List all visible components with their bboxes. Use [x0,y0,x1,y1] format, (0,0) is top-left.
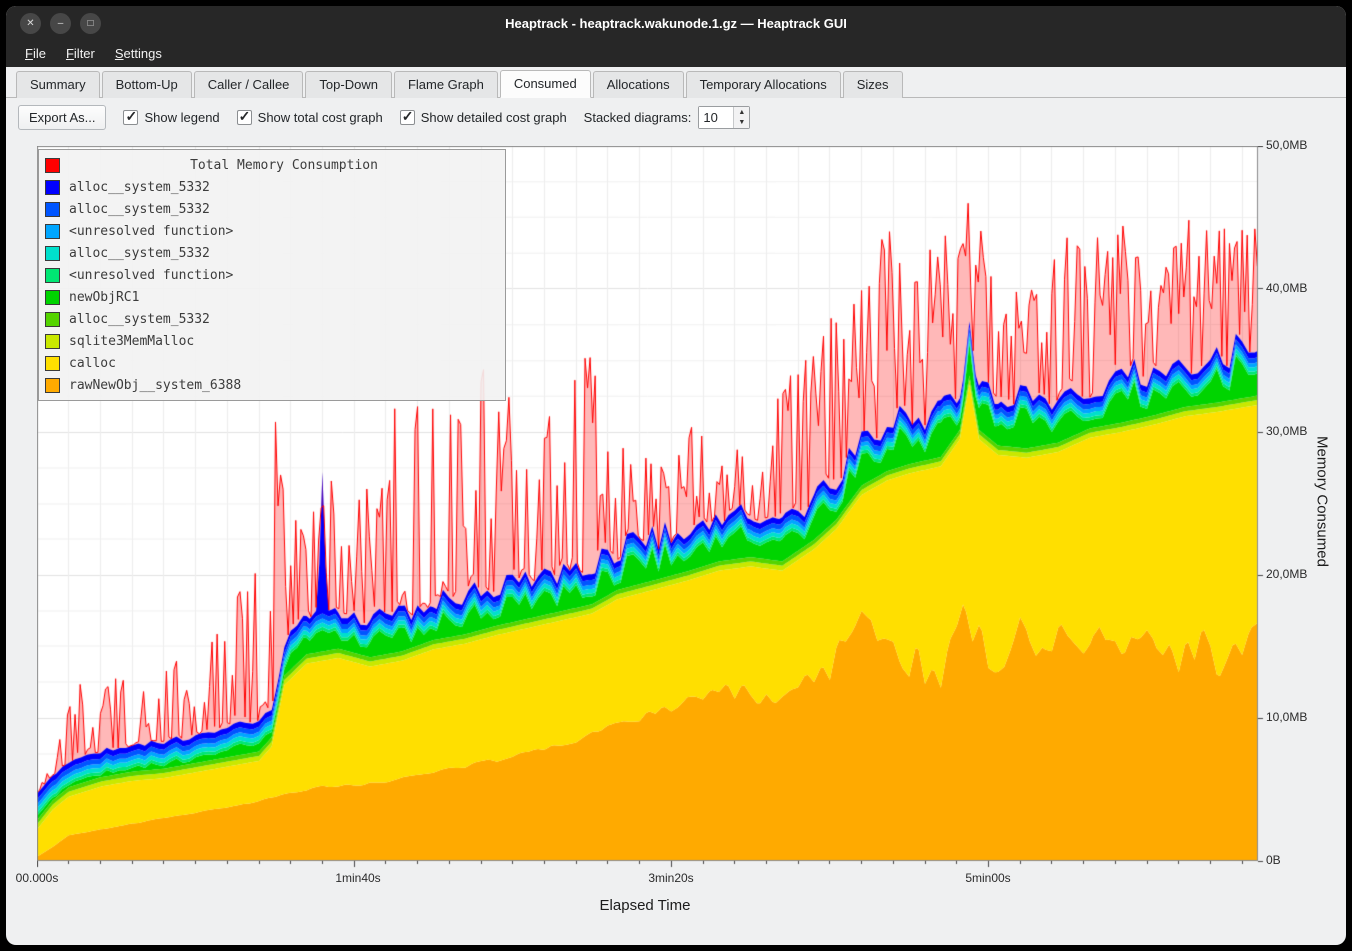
menu-file[interactable]: File [16,43,55,64]
legend-item: alloc__system_5332 [45,176,499,198]
maximize-icon[interactable]: □ [80,13,101,34]
menu-settings-accel: S [115,46,124,61]
tab-summary[interactable]: Summary [16,71,100,98]
tab-sizes[interactable]: Sizes [843,71,903,98]
legend-swatch [45,224,60,239]
legend-item: alloc__system_5332 [45,242,499,264]
legend-item: <unresolved function> [45,220,499,242]
checkbox-box [400,110,415,125]
checkbox-box [237,110,252,125]
legend-swatch [45,268,60,283]
legend-swatch [45,378,60,393]
legend-title-row: Total Memory Consumption [45,154,499,176]
show-detailed-cost-graph-checkbox[interactable]: Show detailed cost graph [400,110,567,125]
legend-swatch [45,290,60,305]
legend-title-swatch [45,158,60,173]
titlebar: ✕ – □ Heaptrack - heaptrack.wakunode.1.g… [6,6,1346,40]
legend-item-label: <unresolved function> [69,224,233,239]
legend-item: <unresolved function> [45,264,499,286]
stacked-diagrams-label: Stacked diagrams: [584,110,692,125]
chart-region: 50,0MB 40,0MB 30,0MB 20,0MB 10,0MB 0B 00… [6,137,1346,945]
legend-item-label: alloc__system_5332 [69,202,210,217]
x-tick-label: 1min40s [335,871,380,885]
x-tick-label: 00.000s [16,871,59,885]
export-as-button[interactable]: Export As... [18,105,106,130]
legend-item: rawNewObj__system_6388 [45,374,499,396]
window-controls: ✕ – □ [20,13,101,34]
tab-allocations[interactable]: Allocations [593,71,684,98]
legend-swatch [45,246,60,261]
legend-swatch [45,180,60,195]
legend-item-label: alloc__system_5332 [69,180,210,195]
legend-swatch [45,334,60,349]
checkbox-box [123,110,138,125]
legend-swatch [45,202,60,217]
legend-item-label: newObjRC1 [69,290,139,305]
menubar: File Filter Settings [6,40,1346,67]
show-total-cost-graph-checkbox[interactable]: Show total cost graph [237,110,383,125]
menu-settings-rest: ettings [124,46,162,61]
tab-temporary-allocations[interactable]: Temporary Allocations [686,71,841,98]
window-title: Heaptrack - heaptrack.wakunode.1.gz — He… [6,16,1346,31]
legend-item-label: calloc [69,356,116,371]
minimize-icon[interactable]: – [50,13,71,34]
close-icon[interactable]: ✕ [20,13,41,34]
legend-item-label: rawNewObj__system_6388 [69,378,241,393]
y-tick-label: 30,0MB [1266,424,1307,438]
stacked-diagrams-input[interactable] [699,107,733,128]
legend-title: Total Memory Consumption [69,158,499,173]
checkbox-label: Show detailed cost graph [421,110,567,125]
tabbar: Summary Bottom-Up Caller / Callee Top-Do… [6,67,1346,98]
legend-item: alloc__system_5332 [45,198,499,220]
checkbox-label: Show legend [144,110,219,125]
spin-up-icon[interactable]: ▲ [734,107,749,118]
legend-item-label: alloc__system_5332 [69,312,210,327]
x-tick-label: 5min00s [965,871,1010,885]
tab-top-down[interactable]: Top-Down [305,71,392,98]
legend-item-label: <unresolved function> [69,268,233,283]
y-tick-label: 0B [1266,853,1281,867]
legend-item: newObjRC1 [45,286,499,308]
legend-swatch [45,312,60,327]
stacked-diagrams-spinbox: ▲ ▼ [698,106,750,129]
x-tick-label: 3min20s [648,871,693,885]
spinbox-arrows: ▲ ▼ [733,107,749,128]
menu-filter-rest: ilter [74,46,95,61]
chart-legend: Total Memory Consumption alloc__system_5… [38,149,506,401]
show-legend-checkbox[interactable]: Show legend [123,110,219,125]
menu-filter-accel: F [66,46,74,61]
legend-item: calloc [45,352,499,374]
tab-caller-callee[interactable]: Caller / Callee [194,71,304,98]
menu-file-rest: ile [33,46,46,61]
y-tick-label: 20,0MB [1266,567,1307,581]
tab-consumed[interactable]: Consumed [500,70,591,98]
legend-swatch [45,356,60,371]
menu-filter[interactable]: Filter [57,43,104,64]
legend-item-label: sqlite3MemMalloc [69,334,194,349]
legend-item: sqlite3MemMalloc [45,330,499,352]
y-axis-title: Memory Consumed [1314,417,1331,587]
toolbar: Export As... Show legend Show total cost… [6,98,1346,137]
legend-item: alloc__system_5332 [45,308,499,330]
legend-items: alloc__system_5332 alloc__system_5332 <unr… [45,176,499,396]
tab-bottom-up[interactable]: Bottom-Up [102,71,192,98]
legend-item-label: alloc__system_5332 [69,246,210,261]
checkbox-label: Show total cost graph [258,110,383,125]
x-axis-title: Elapsed Time [345,897,945,914]
y-tick-label: 40,0MB [1266,281,1307,295]
spin-down-icon[interactable]: ▼ [734,118,749,129]
menu-file-accel: F [25,46,33,61]
y-tick-label: 10,0MB [1266,710,1307,724]
app-window: ✕ – □ Heaptrack - heaptrack.wakunode.1.g… [6,6,1346,945]
tab-flame-graph[interactable]: Flame Graph [394,71,498,98]
menu-settings[interactable]: Settings [106,43,171,64]
y-tick-label: 50,0MB [1266,138,1307,152]
